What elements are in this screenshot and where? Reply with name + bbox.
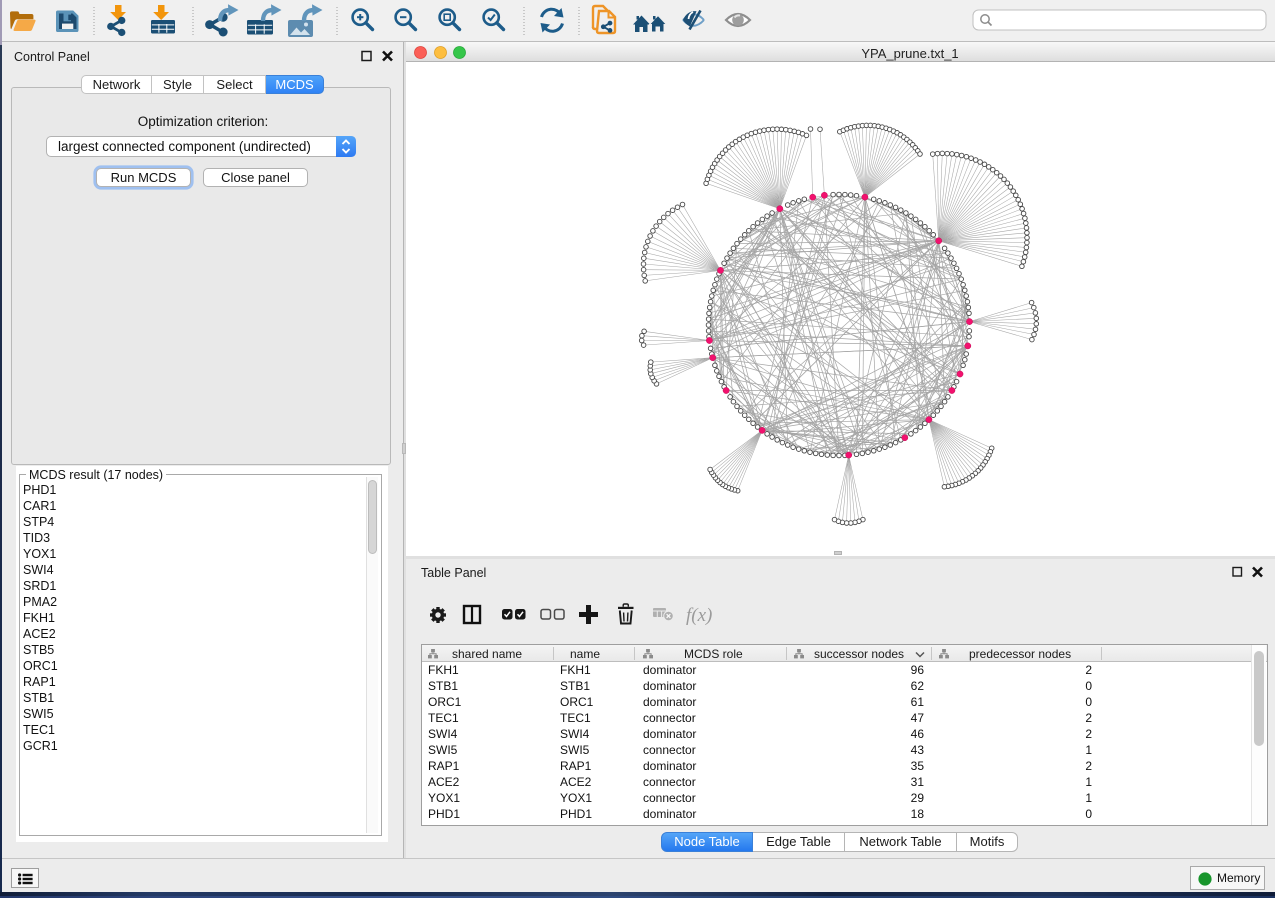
svg-text:f(x): f(x) bbox=[686, 605, 712, 626]
